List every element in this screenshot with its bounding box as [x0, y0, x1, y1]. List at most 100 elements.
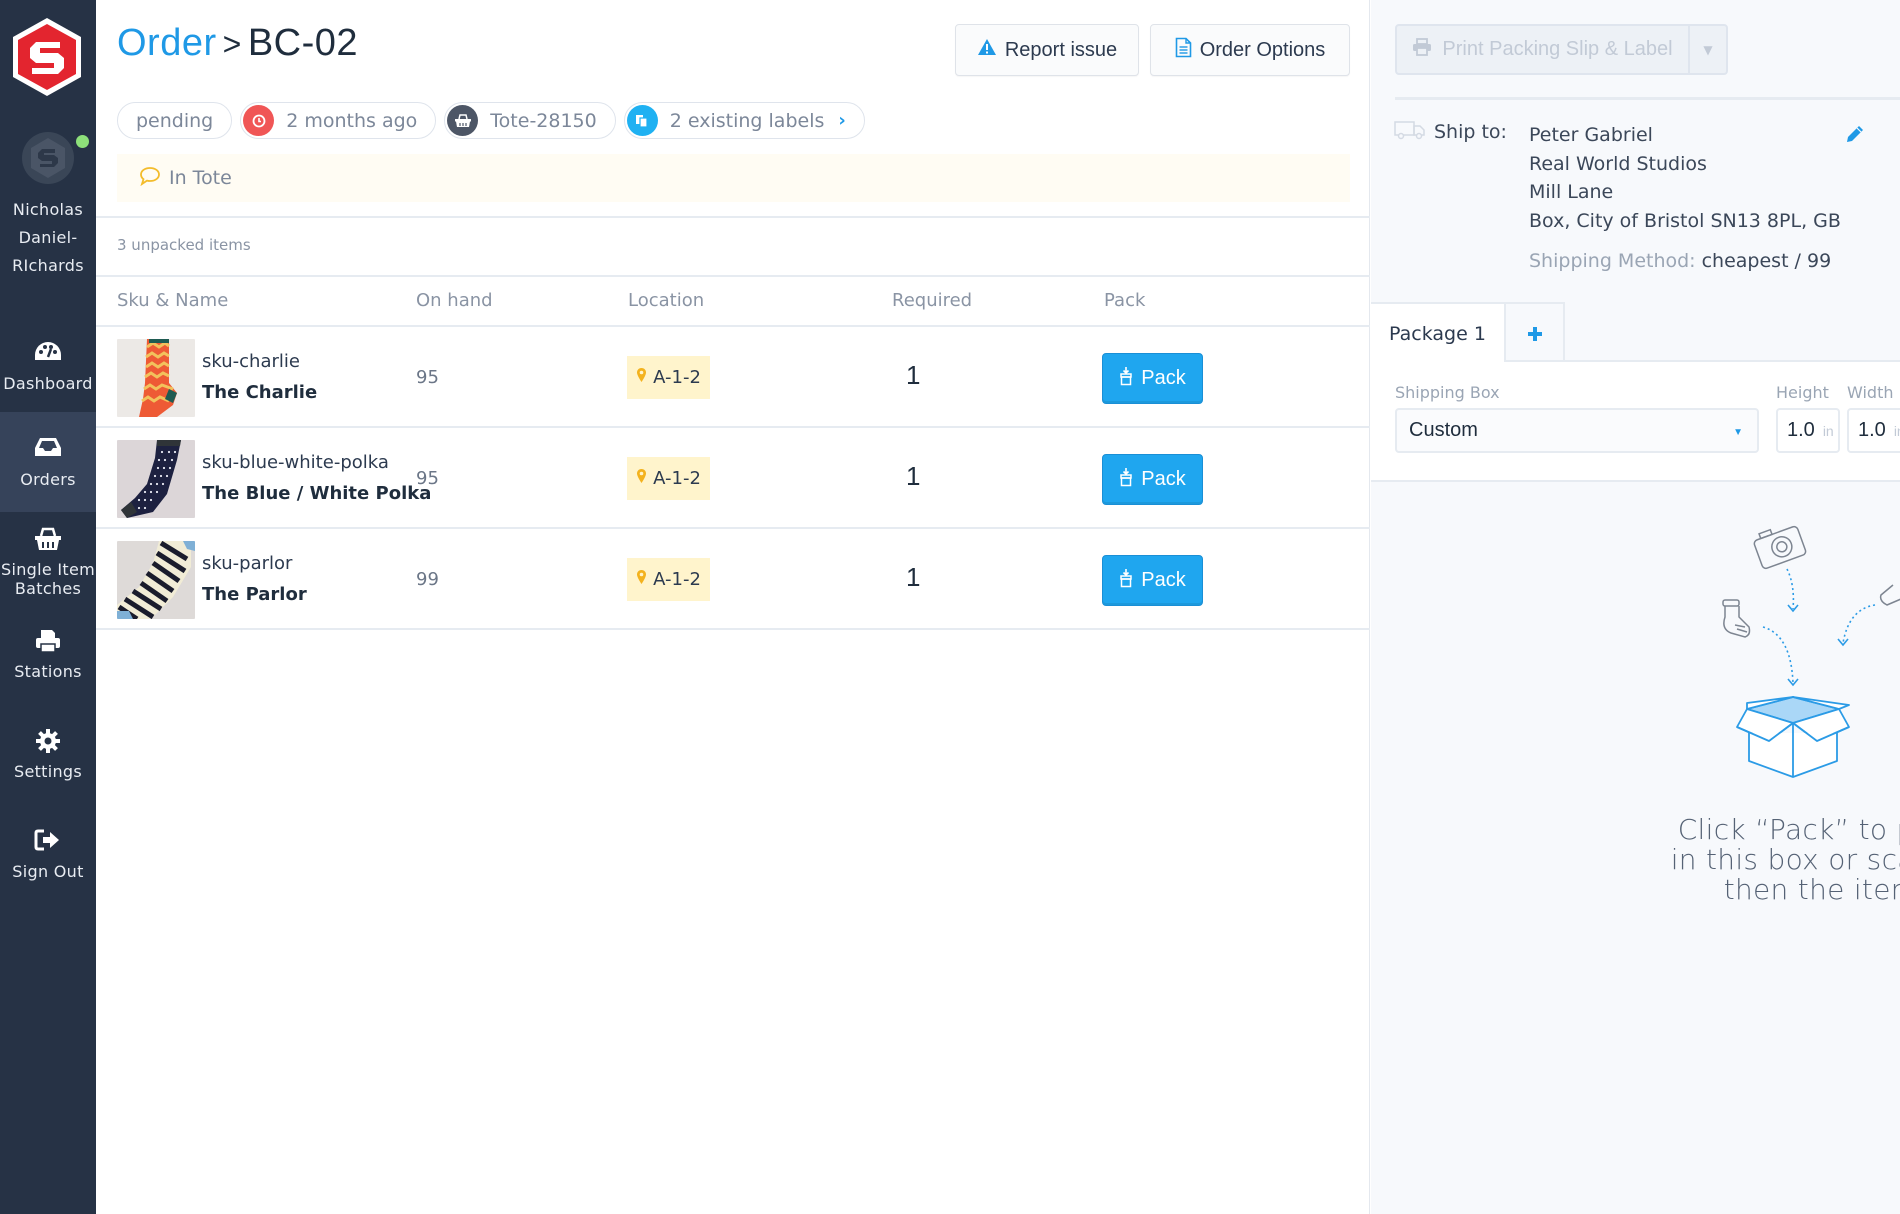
- address-line: Mill Lane: [1529, 181, 1614, 203]
- column-header-location: Location: [628, 290, 705, 311]
- shipping-address: Peter Gabriel Real World Studios Mill La…: [1529, 121, 1841, 235]
- height-label: Height: [1776, 383, 1829, 402]
- user-name-line: Nicholas: [12, 200, 84, 219]
- caret-down-icon: ▼: [1733, 427, 1743, 438]
- height-unit: in: [1822, 422, 1834, 439]
- print-packing-slip-button[interactable]: Print Packing Slip & Label ▼: [1395, 24, 1728, 75]
- tote-text: Tote-28150: [490, 109, 597, 132]
- tab-package-1[interactable]: Package 1: [1371, 302, 1506, 364]
- address-line: Peter Gabriel: [1529, 124, 1653, 146]
- plus-icon: [1527, 319, 1543, 349]
- existing-labels-badge[interactable]: 2 existing labels ›: [623, 102, 865, 139]
- sidebar-item-settings[interactable]: Settings: [0, 728, 96, 808]
- packing-hint: Click “Pack” to pack in this box or scan…: [1601, 815, 1900, 905]
- dashboard-gauge-icon: [0, 340, 96, 370]
- address-line: Real World Studios: [1529, 152, 1707, 175]
- item-name: The Parlor: [202, 584, 307, 605]
- open-box-icon: [1736, 696, 1850, 778]
- pack-button-label: Pack: [1141, 468, 1186, 490]
- shipping-box-label: Shipping Box: [1395, 383, 1500, 402]
- order-age-badge: 2 months ago: [240, 102, 437, 139]
- shipping-method-label: Shipping Method:: [1529, 250, 1696, 272]
- sidebar-item-stations[interactable]: Stations: [0, 628, 96, 708]
- height-input[interactable]: 1.0 in: [1776, 408, 1840, 453]
- order-age-text: 2 months ago: [286, 109, 418, 132]
- tote-badge[interactable]: Tote-28150: [444, 102, 616, 139]
- sidebar-item-sign-out[interactable]: Sign Out: [0, 828, 96, 908]
- camera-icon: [1753, 525, 1807, 570]
- column-header-pack: Pack: [1104, 290, 1146, 311]
- column-header-on-hand: On hand: [416, 290, 493, 311]
- hint-line: in this box or scan th: [1670, 843, 1900, 876]
- column-header-sku-name: Sku & Name: [117, 290, 229, 311]
- user-name-line: RIchards: [12, 256, 84, 275]
- sidebar-item-orders[interactable]: Orders: [0, 412, 96, 512]
- item-icon: [1879, 584, 1900, 606]
- pack-button-label: Pack: [1141, 367, 1186, 389]
- map-pin-icon: [636, 367, 647, 388]
- divider: [96, 216, 1370, 218]
- sidebar-item-label: Single Item: [1, 560, 95, 579]
- height-value: 1.0: [1787, 419, 1815, 441]
- order-note-banner: In Tote: [117, 154, 1350, 202]
- user-profile[interactable]: Nicholas Daniel- RIchards: [0, 132, 96, 280]
- pack-button[interactable]: Pack: [1102, 454, 1203, 505]
- item-location-text: A-1-2: [653, 468, 701, 489]
- address-line: Box, City of Bristol SN13 8PL, GB: [1529, 209, 1841, 232]
- shipping-box-select[interactable]: Custom ▼: [1395, 408, 1759, 453]
- clock-icon: [243, 105, 275, 136]
- tab-label: Package 1: [1389, 323, 1486, 345]
- breadcrumb-orders-link[interactable]: Order: [117, 22, 217, 64]
- sidebar-item-label: Stations: [14, 662, 82, 681]
- chevron-right-icon: ›: [838, 110, 846, 131]
- item-on-hand: 95: [416, 367, 439, 388]
- item-location-badge: A-1-2: [627, 558, 710, 601]
- product-image: [117, 440, 195, 518]
- item-name: The Blue / White Polka: [202, 483, 432, 504]
- item-on-hand: 95: [416, 468, 439, 489]
- product-image: [117, 339, 195, 417]
- inbox-tray-icon: [0, 436, 96, 466]
- pack-button[interactable]: Pack: [1102, 353, 1203, 404]
- existing-labels-text: 2 existing labels: [669, 109, 825, 132]
- caret-down-icon: ▼: [1703, 42, 1713, 57]
- warning-icon: [977, 38, 997, 62]
- sock-icon: [1722, 599, 1751, 638]
- unpacked-items-count: 3 unpacked items: [117, 236, 251, 254]
- width-value: 1.0: [1858, 419, 1886, 441]
- report-issue-button[interactable]: Report issue: [955, 24, 1139, 76]
- print-options-dropdown[interactable]: ▼: [1688, 26, 1726, 73]
- width-input[interactable]: 1.0 in: [1847, 408, 1900, 453]
- pack-button[interactable]: Pack: [1102, 555, 1203, 606]
- item-location-badge: A-1-2: [627, 356, 710, 399]
- order-options-label: Order Options: [1199, 38, 1326, 61]
- user-name-line: Daniel-: [18, 228, 78, 247]
- sidebar-item-single-item-batches[interactable]: Single Item Batches: [0, 512, 96, 612]
- add-package-button[interactable]: [1506, 302, 1565, 363]
- product-image: [117, 541, 195, 619]
- hint-line: then the item: [1723, 873, 1900, 906]
- divider: [1395, 97, 1900, 100]
- map-pin-icon: [636, 468, 647, 489]
- app-logo[interactable]: [10, 16, 84, 98]
- item-sku: sku-blue-white-polka: [202, 452, 389, 473]
- pack-button-label: Pack: [1141, 569, 1186, 591]
- shipping-method-value: cheapest / 99: [1701, 250, 1832, 272]
- edit-address-pencil-icon[interactable]: [1845, 124, 1865, 148]
- item-location-text: A-1-2: [653, 367, 701, 388]
- avatar: [22, 132, 74, 184]
- basket-icon: [0, 526, 96, 556]
- sign-out-icon: [0, 828, 96, 858]
- item-required-qty: 1: [906, 562, 921, 592]
- order-options-button[interactable]: Order Options: [1150, 24, 1350, 76]
- ship-to-label: Ship to:: [1434, 121, 1507, 143]
- sidebar-item-label: Orders: [20, 470, 76, 489]
- item-sku: sku-parlor: [202, 553, 293, 574]
- breadcrumb-separator: >: [222, 26, 242, 62]
- order-badges: pending 2 months ago Tote-28150 2 existi…: [117, 102, 865, 139]
- page-title: Order > BC-02: [117, 22, 358, 65]
- basket-icon: [447, 105, 479, 136]
- shipping-box-value: Custom: [1409, 419, 1478, 441]
- print-packing-slip-main[interactable]: Print Packing Slip & Label: [1397, 26, 1688, 73]
- sidebar-item-label: Dashboard: [3, 374, 93, 393]
